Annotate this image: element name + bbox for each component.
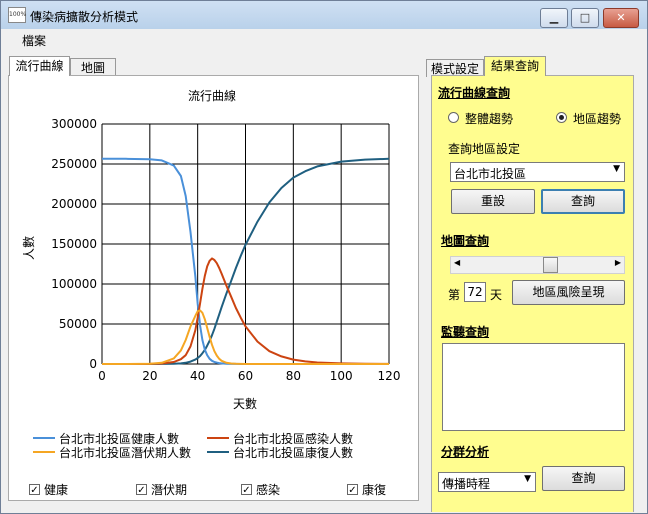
close-button[interactable]: ✕	[603, 8, 639, 28]
x-tick-label: 60	[238, 369, 253, 383]
checkbox-latent[interactable]: ✓	[136, 484, 147, 496]
legend-label-latent: 台北市北投區潛伏期人數	[59, 446, 192, 460]
x-tick-label: 0	[98, 369, 106, 383]
y-axis-label: 人數	[22, 236, 36, 260]
tab-map[interactable]: 地圖	[70, 58, 116, 76]
result-query-panel: 流行曲線查詢 整體趨勢 地區趨勢 查詢地區設定 台北市北投區 ▼ 重設 查詢 地…	[431, 75, 634, 512]
chevron-down-icon: ▼	[524, 474, 531, 484]
legend-swatch-infected	[207, 437, 229, 439]
y-tick-labels: 0 50000 100000 150000 200000 250000 300000	[51, 117, 97, 371]
radio-overall[interactable]	[448, 112, 459, 123]
x-tick-label: 120	[378, 369, 401, 383]
checkbox-recovered[interactable]: ✓	[347, 484, 358, 496]
y-tick-label: 0	[89, 357, 97, 371]
radio-region[interactable]	[556, 112, 567, 123]
y-tick-label: 150000	[51, 237, 97, 251]
region-risk-button[interactable]: 地區風險呈現	[512, 280, 625, 305]
slider-thumb[interactable]	[543, 257, 559, 273]
slider-left-arrow-icon[interactable]: ◀	[454, 258, 460, 267]
slider-right-arrow-icon[interactable]: ▶	[615, 258, 621, 267]
map-query-title: 地圖查詢	[441, 234, 490, 248]
radio-overall-label: 整體趨勢	[465, 112, 514, 126]
window-title: 傳染病擴散分析模式	[30, 10, 139, 24]
reset-button[interactable]: 重設	[451, 189, 535, 214]
minimize-icon: ▁	[549, 11, 559, 24]
region-setting-label: 查詢地區設定	[448, 142, 521, 156]
region-select-value: 台北市北投區	[454, 167, 527, 181]
chart-title: 流行曲線	[188, 88, 236, 103]
cluster-select[interactable]: 傳播時程 ▼	[438, 472, 536, 492]
x-tick-label: 100	[330, 369, 353, 383]
tab-epidemic-curve[interactable]: 流行曲線	[9, 56, 70, 76]
y-tick-label: 250000	[51, 157, 97, 171]
alert-list-box[interactable]	[442, 343, 625, 431]
chart-panel: 流行曲線 0 50000 100000 150000 200000 250000 30000…	[8, 75, 419, 501]
cluster-analysis-title: 分群分析	[441, 445, 490, 459]
curve-query-button[interactable]: 查詢	[541, 189, 625, 214]
day-input[interactable]: 72	[464, 282, 486, 302]
chevron-down-icon: ▼	[613, 164, 620, 174]
menu-file[interactable]: 檔案	[22, 32, 46, 49]
checkbox-latent-label: 潛伏期	[151, 483, 188, 497]
radio-selected-dot	[559, 115, 564, 120]
checkbox-healthy-label: 健康	[44, 483, 69, 497]
alert-query-title: 監聽查詢	[441, 325, 490, 339]
checkbox-infected-label: 感染	[256, 483, 281, 497]
legend-label-recovered: 台北市北投區康復人數	[233, 446, 354, 460]
checkbox-infected[interactable]: ✓	[241, 484, 252, 496]
legend-swatch-recovered	[207, 451, 229, 453]
region-select[interactable]: 台北市北投區 ▼	[450, 162, 625, 182]
y-tick-label: 50000	[59, 317, 97, 331]
tab-result-query[interactable]: 結果查詢	[484, 56, 546, 76]
checkbox-healthy[interactable]: ✓	[29, 484, 40, 496]
x-tick-labels: 0 20 40 60 80 100 120	[98, 369, 400, 383]
y-tick-label: 100000	[51, 277, 97, 291]
menu-bar	[1, 29, 647, 49]
maximize-icon: □	[579, 11, 591, 24]
y-tick-label: 200000	[51, 197, 97, 211]
legend-swatch-healthy	[33, 437, 55, 439]
cluster-select-value: 傳播時程	[442, 477, 491, 491]
cluster-query-button[interactable]: 查詢	[542, 466, 625, 491]
legend-swatch-latent	[33, 451, 55, 453]
x-tick-label: 20	[142, 369, 157, 383]
radio-region-label: 地區趨勢	[573, 112, 622, 126]
checkbox-recovered-label: 康復	[362, 483, 387, 497]
y-tick-label: 300000	[51, 117, 97, 131]
close-icon: ✕	[616, 11, 626, 24]
x-axis-label: 天數	[233, 397, 257, 411]
x-tick-label: 80	[286, 369, 301, 383]
x-tick-label: 40	[190, 369, 205, 383]
day-slider[interactable]: ◀ ▶	[450, 256, 625, 274]
app-icon: 100%	[8, 7, 26, 23]
day-prefix: 第	[448, 288, 461, 302]
curve-query-title: 流行曲線查詢	[438, 86, 511, 100]
day-suffix: 天	[490, 288, 503, 302]
minimize-button[interactable]: ▁	[540, 8, 568, 28]
maximize-button[interactable]: □	[571, 8, 599, 28]
